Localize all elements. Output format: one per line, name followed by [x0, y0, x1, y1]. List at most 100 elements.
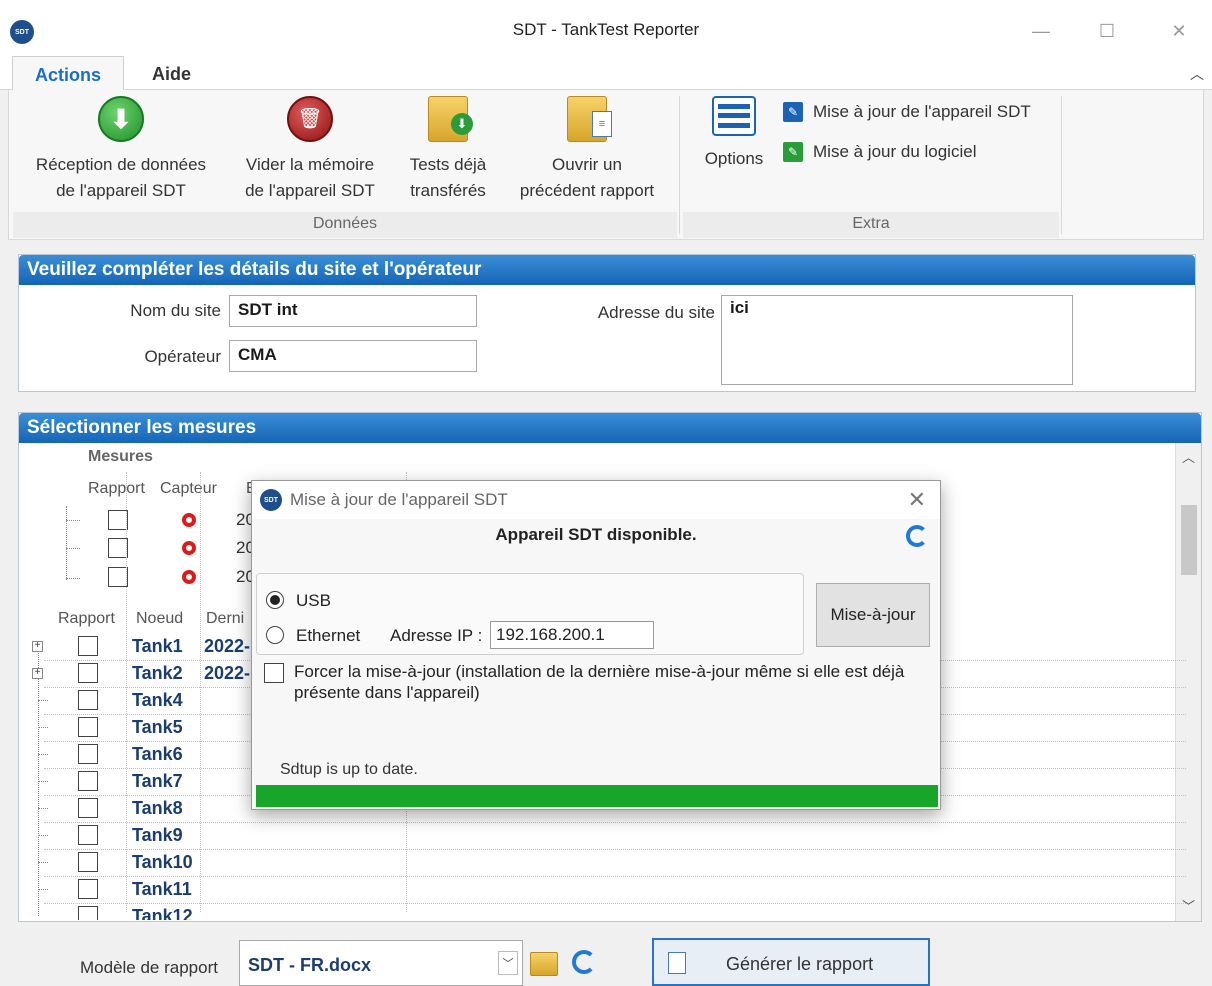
col-rapport: Rapport — [58, 610, 115, 627]
update-software-link[interactable]: ✎ Mise à jour du logiciel — [783, 142, 976, 162]
ethernet-radio[interactable] — [266, 626, 284, 644]
scroll-up-icon[interactable]: ︿ — [1176, 447, 1201, 466]
group-label-donnees: Données — [13, 212, 677, 238]
transferred-tests-button[interactable]: ⬇ Tests déjà transférés — [403, 96, 493, 204]
ribbon-separator — [1061, 96, 1062, 234]
options-button[interactable]: Options — [695, 96, 773, 172]
open-report-label-1: Ouvrir un — [552, 155, 622, 174]
ribbon-panel: ⬇ Réception de données de l'appareil SDT… — [8, 90, 1204, 240]
tree-line — [66, 548, 80, 549]
generate-report-label: Générer le rapport — [726, 954, 874, 974]
column-separator — [200, 472, 201, 912]
clear-memory-label-1: Vider la mémoire — [245, 155, 375, 174]
operator-field[interactable]: CMA — [229, 340, 477, 372]
node-checkbox-tank1[interactable] — [78, 636, 98, 656]
usb-label: USB — [296, 591, 331, 610]
measures-sub-header: Mesures — [88, 448, 153, 465]
site-name-field[interactable]: SDT int — [229, 295, 477, 327]
node-name: Tank11 — [132, 879, 192, 899]
tab-aide[interactable]: Aide — [130, 56, 213, 90]
sub-row-checkbox[interactable] — [108, 510, 128, 530]
chevron-down-icon[interactable]: ﹀ — [498, 951, 518, 975]
node-checkbox-tank11[interactable] — [78, 879, 98, 899]
update-device-label: Mise à jour de l'appareil SDT — [813, 102, 1031, 121]
open-report-button[interactable]: ≡ Ouvrir un précédent rapport — [507, 96, 667, 204]
refresh-icon[interactable] — [572, 950, 596, 974]
refresh-icon[interactable] — [906, 525, 928, 547]
node-checkbox-tank2[interactable] — [78, 663, 98, 683]
sub-row-checkbox[interactable] — [108, 567, 128, 587]
tree-line — [38, 727, 48, 728]
clear-memory-label-2: de l'appareil SDT — [245, 181, 375, 200]
node-checkbox-tank4[interactable] — [78, 690, 98, 710]
column-separator — [126, 472, 127, 912]
folder-search-icon[interactable] — [530, 952, 558, 976]
node-checkbox-tank7[interactable] — [78, 771, 98, 791]
scroll-down-icon[interactable]: ﹀ — [1176, 896, 1201, 915]
sub-row-checkbox[interactable] — [108, 538, 128, 558]
ip-label: Adresse IP : — [390, 626, 483, 645]
row-separator — [44, 849, 1186, 850]
transferred-tests-label-1: Tests déjà — [409, 155, 487, 174]
tree-line — [66, 506, 67, 580]
dialog-close-button[interactable]: ✕ — [908, 487, 926, 513]
tree-line — [38, 862, 48, 863]
node-name: Tank1 — [132, 636, 183, 656]
receive-data-button[interactable]: ⬇ Réception de données de l'appareil SDT — [23, 96, 219, 204]
update-software-label: Mise à jour du logiciel — [813, 142, 977, 161]
tree-line — [38, 754, 48, 755]
node-name: Tank2 — [132, 663, 183, 683]
group-label-extra: Extra — [683, 212, 1059, 238]
node-checkbox-tank5[interactable] — [78, 717, 98, 737]
tab-actions[interactable]: Actions — [12, 56, 125, 91]
force-update-checkbox[interactable] — [264, 663, 284, 683]
progress-fill — [256, 785, 938, 807]
sub-col-capteur: Capteur — [160, 480, 217, 497]
node-checkbox-tank8[interactable] — [78, 798, 98, 818]
site-panel-header: Veuillez compléter les détails du site e… — [19, 255, 1195, 285]
update-button[interactable]: Mise-à-jour — [816, 583, 930, 647]
site-address-label: Adresse du site — [597, 303, 715, 322]
template-select[interactable]: SDT - FR.docx ﹀ — [239, 940, 523, 986]
edit-green-icon: ✎ — [783, 142, 803, 162]
scroll-thumb[interactable] — [1181, 505, 1197, 575]
expand-icon[interactable]: + — [32, 668, 43, 679]
close-button[interactable]: ✕ — [1156, 14, 1202, 48]
node-name: Tank7 — [132, 771, 183, 791]
minimize-button[interactable]: — — [1018, 14, 1064, 48]
node-name: Tank10 — [132, 852, 193, 872]
generate-report-button[interactable]: Générer le rapport — [652, 938, 930, 986]
ribbon-tabs: Actions Aide ︿ — [0, 56, 1212, 91]
sensor-icon — [182, 513, 196, 527]
document-icon — [668, 952, 686, 974]
tree-line — [38, 781, 48, 782]
node-checkbox-tank6[interactable] — [78, 744, 98, 764]
options-label: Options — [704, 149, 764, 168]
node-name: Tank6 — [132, 744, 183, 764]
download-icon: ⬇ — [98, 96, 144, 142]
node-name: Tank8 — [132, 798, 183, 818]
tree-line — [66, 520, 80, 521]
clipped-row: Tank12 — [20, 904, 1170, 920]
site-name-label: Nom du site — [130, 301, 221, 320]
maximize-button[interactable]: ☐ — [1084, 14, 1130, 48]
site-address-field[interactable]: ici — [721, 295, 1073, 385]
expand-icon[interactable]: + — [32, 641, 43, 652]
template-label: Modèle de rapport — [80, 958, 218, 977]
tree-line — [38, 700, 48, 701]
title-bar: SDT SDT - TankTest Reporter — ☐ ✕ — [0, 0, 1212, 56]
usb-radio[interactable] — [266, 591, 284, 609]
dialog-title-bar: SDT Mise à jour de l'appareil SDT ✕ — [252, 481, 940, 519]
ip-address-field[interactable]: 192.168.200.1 — [490, 621, 654, 649]
chevron-up-icon[interactable]: ︿ — [1190, 64, 1204, 84]
node-checkbox-tank10[interactable] — [78, 852, 98, 872]
clear-memory-button[interactable]: 🗑 Vider la mémoire de l'appareil SDT — [235, 96, 385, 204]
open-report-label-2: précédent rapport — [519, 181, 655, 200]
ethernet-label: Ethernet — [296, 626, 361, 645]
node-checkbox-tank12[interactable] — [78, 906, 98, 920]
force-update-label: Forcer la mise-à-jour (installation de l… — [294, 662, 905, 702]
node-checkbox-tank9[interactable] — [78, 825, 98, 845]
tree-line — [38, 835, 48, 836]
app-window: SDT SDT - TankTest Reporter — ☐ ✕ Action… — [0, 0, 1212, 986]
update-device-link[interactable]: ✎ Mise à jour de l'appareil SDT — [783, 102, 1031, 122]
